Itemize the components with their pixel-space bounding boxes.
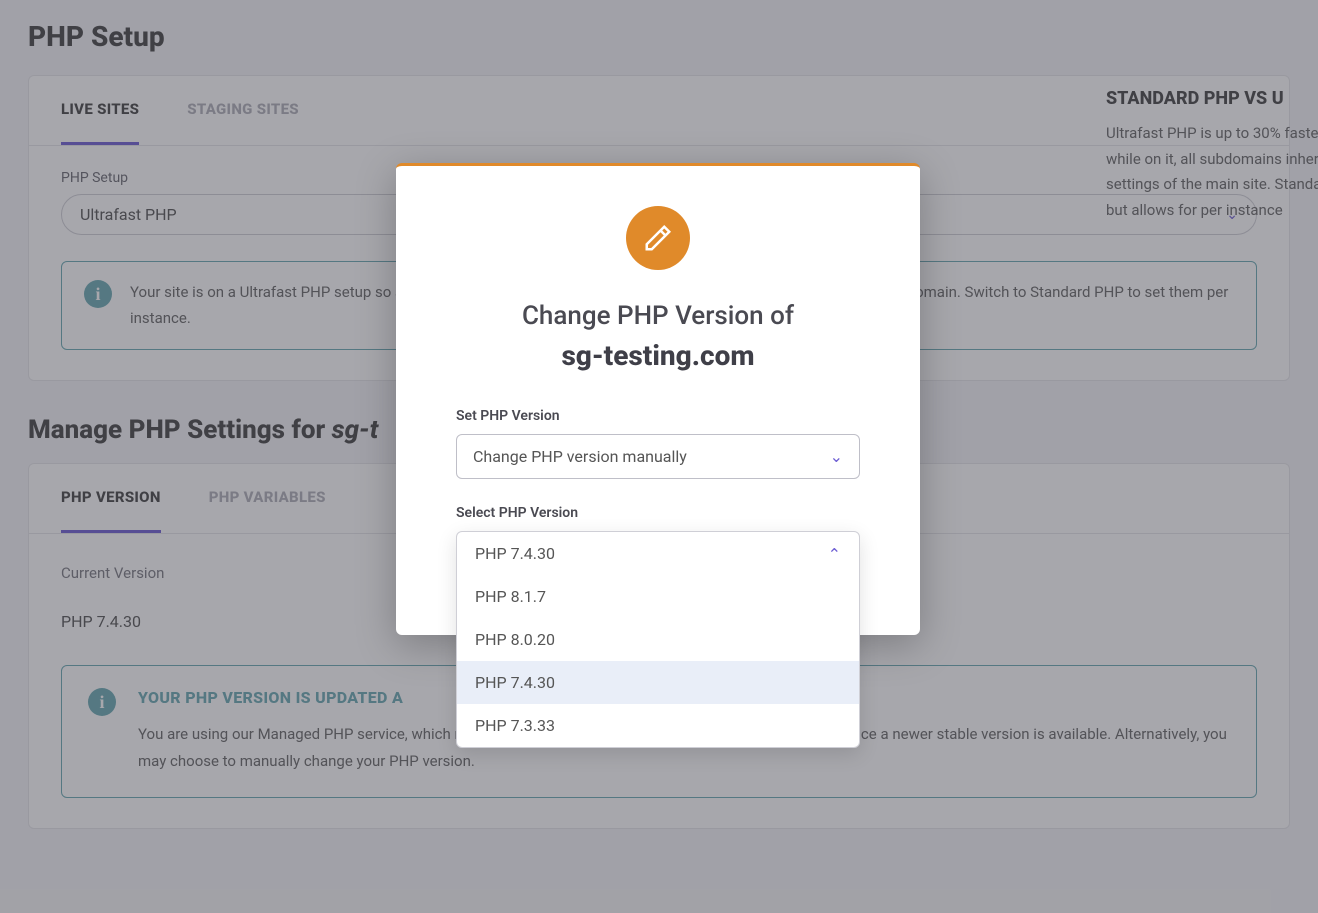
php-option[interactable]: PHP 7.3.33 <box>457 704 859 747</box>
set-php-label: Set PHP Version <box>456 408 860 424</box>
php-option[interactable]: PHP 7.4.30 <box>457 661 859 704</box>
dropdown-head-value: PHP 7.4.30 <box>475 544 555 563</box>
modal-title-domain: sg-testing.com <box>436 336 880 375</box>
php-option[interactable]: PHP 8.0.20 <box>457 618 859 661</box>
set-php-select[interactable]: Change PHP version manually ⌄ <box>456 434 860 479</box>
dropdown-head[interactable]: PHP 7.4.30 ⌄ <box>457 532 859 575</box>
php-option[interactable]: PHP 8.1.7 <box>457 575 859 618</box>
modal-title: Change PHP Version of sg-testing.com <box>396 298 920 376</box>
chevron-up-icon: ⌄ <box>828 544 841 563</box>
set-php-value: Change PHP version manually <box>473 447 687 466</box>
chevron-down-icon: ⌄ <box>830 447 843 466</box>
pencil-icon <box>626 206 690 270</box>
select-php-label: Select PHP Version <box>456 505 860 521</box>
change-php-modal: Change PHP Version of sg-testing.com Set… <box>396 163 920 635</box>
modal-title-line1: Change PHP Version of <box>522 301 794 331</box>
php-version-dropdown: PHP 7.4.30 ⌄ PHP 8.1.7PHP 8.0.20PHP 7.4.… <box>456 531 860 748</box>
